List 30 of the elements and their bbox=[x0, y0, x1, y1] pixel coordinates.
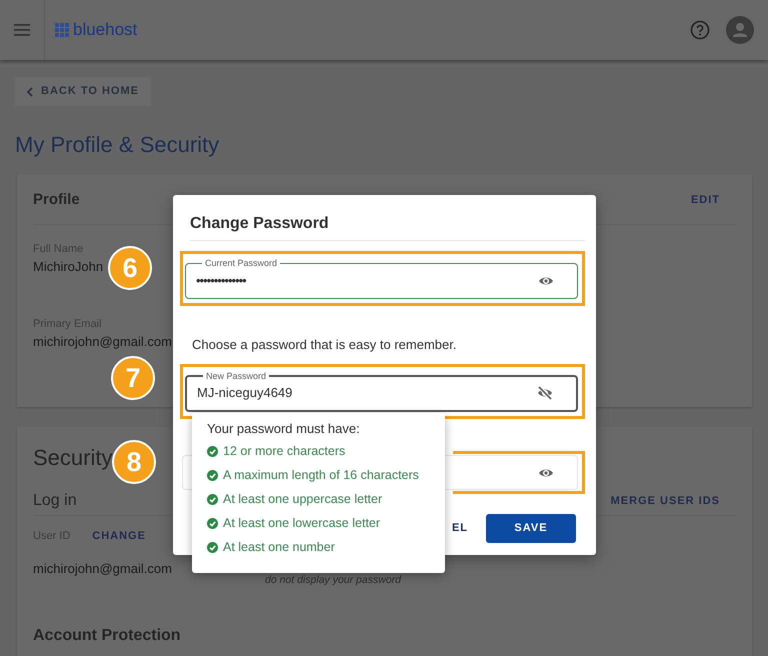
eye-slash-icon[interactable] bbox=[536, 385, 554, 401]
field-value: michirojohn@gmail.com bbox=[33, 560, 173, 578]
requirement-text: 12 or more characters bbox=[223, 443, 346, 460]
logo[interactable]: bluehost bbox=[55, 17, 138, 43]
merge-link[interactable]: MERGE USER IDS bbox=[610, 492, 720, 510]
dialog-title: Change Password bbox=[190, 214, 330, 234]
chevron-left-icon bbox=[27, 86, 33, 96]
requirement-text: At least one uppercase letter bbox=[223, 491, 382, 508]
section-heading: Profile bbox=[33, 190, 80, 210]
requirement-text: At least one lowercase letter bbox=[223, 515, 380, 532]
subsection-heading: Account Protection bbox=[33, 626, 182, 646]
password-field[interactable]: Current Password •••••••••••••• bbox=[185, 258, 578, 299]
help-icon[interactable] bbox=[690, 20, 710, 40]
subsection-heading: Log in bbox=[33, 490, 77, 511]
password-note: do not display your password bbox=[265, 572, 401, 588]
field-value: michirojohn@gmail.com bbox=[33, 333, 172, 352]
popover-title: Your password must have: bbox=[207, 421, 361, 437]
requirement-text: At least one number bbox=[223, 539, 335, 556]
back-button[interactable]: BACK TO HOME bbox=[15, 77, 151, 106]
requirement-text: A maximum length of 16 characters bbox=[223, 467, 419, 484]
save-button[interactable]: SAVE bbox=[486, 514, 576, 543]
field-value: MichiroJohn bbox=[33, 258, 104, 276]
edit-link[interactable]: EDIT bbox=[690, 192, 720, 208]
hint-text: Choose a password that is easy to remember. bbox=[192, 337, 458, 353]
grid-logo-icon bbox=[55, 23, 69, 37]
cancel-button[interactable]: EL bbox=[448, 520, 472, 537]
section-heading: Security bbox=[33, 445, 112, 470]
page-title: My Profile & Security bbox=[15, 132, 220, 158]
logo-text: bluehost bbox=[73, 19, 138, 42]
change-link[interactable]: CHANGE bbox=[92, 528, 146, 545]
